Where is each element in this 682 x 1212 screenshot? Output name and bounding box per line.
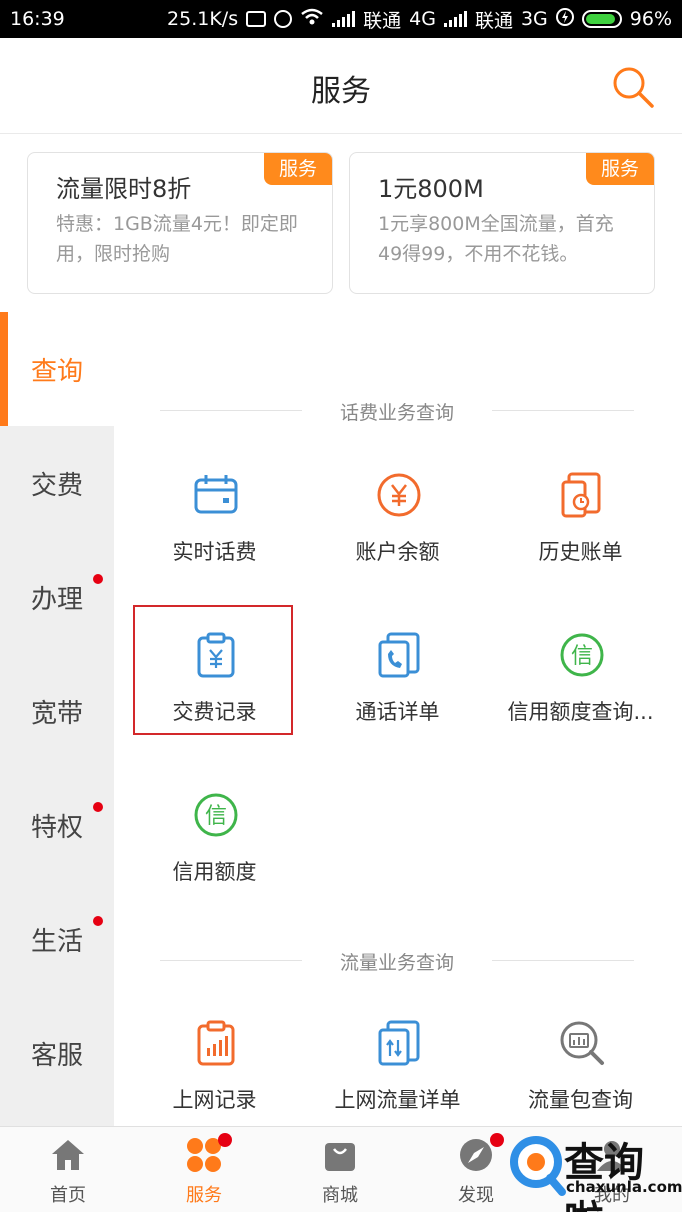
notification-dot — [218, 1133, 232, 1147]
watermark-search-icon — [508, 1132, 566, 1202]
rail-item-payment[interactable]: 交费 — [0, 426, 114, 540]
wifi-icon — [300, 8, 324, 31]
compass-icon — [458, 1137, 494, 1173]
call-detail-icon — [376, 632, 422, 678]
status-indicators: 25.1K/s 联通 4G 联通 3G 96% — [167, 6, 672, 33]
promo-card-800m[interactable]: 服务 1元800M 1元享800M全国流量，首充49得99，不用不花钱。 — [349, 152, 655, 294]
mute-icon — [246, 11, 267, 27]
tile-history-bill[interactable]: 历史账单 — [489, 462, 672, 592]
rail-item-broadband[interactable]: 宽带 — [0, 654, 114, 768]
credit-icon: 信 — [193, 792, 239, 838]
rail-item-customer-service[interactable]: 客服 — [0, 996, 114, 1110]
rail-item-life[interactable]: 生活 — [0, 882, 114, 996]
tile-call-detail[interactable]: 通话详单 — [306, 622, 489, 752]
section-heading-billing: 话费业务查询 — [160, 396, 634, 426]
yuan-coin-icon — [376, 472, 422, 518]
promo-title: 1元800M — [378, 175, 484, 203]
selection-highlight-box — [133, 605, 293, 735]
service-badge: 服务 — [264, 153, 332, 185]
promo-desc: 1元享800M全国流量，首充49得99，不用不花钱。 — [378, 213, 614, 265]
nav-service[interactable]: 服务 — [136, 1127, 272, 1212]
nav-home[interactable]: 首页 — [0, 1127, 136, 1212]
network-speed: 25.1K/s — [167, 8, 239, 30]
tile-credit-limit-query[interactable]: 信 信用额度查询... — [489, 622, 672, 752]
battery-icon — [581, 10, 622, 28]
notification-dot — [93, 574, 103, 584]
calendar-icon — [193, 472, 239, 518]
divider — [492, 960, 634, 961]
battery-level: 96% — [629, 8, 672, 30]
svg-text:信: 信 — [205, 804, 227, 829]
tile-credit-limit[interactable]: 信 信用额度 — [123, 782, 306, 912]
data-detail-icon — [376, 1020, 422, 1066]
data-record-icon — [193, 1020, 239, 1066]
nav-shop[interactable]: 商城 — [272, 1127, 408, 1212]
charging-icon — [555, 7, 574, 31]
category-rail: 查询 交费 办理 宽带 特权 生活 客服 — [0, 312, 114, 1126]
divider — [492, 410, 634, 411]
bill-history-icon — [559, 472, 605, 518]
rail-item-privilege[interactable]: 特权 — [0, 768, 114, 882]
promo-title: 流量限时8折 — [56, 175, 192, 203]
home-icon — [50, 1137, 86, 1173]
promo-desc: 特惠：1GB流量4元！即定即用，限时抢购 — [56, 213, 298, 265]
alarm-icon — [274, 10, 293, 28]
signal-icon — [332, 11, 356, 27]
rail-item-query[interactable]: 查询 — [0, 312, 114, 426]
service-icon — [186, 1137, 222, 1173]
status-bar: 16:39 25.1K/s 联通 4G 联通 3G 96% — [0, 0, 682, 38]
signal-icon — [443, 11, 467, 27]
app-header: 服务 — [0, 38, 682, 134]
tile-realtime-fee[interactable]: 实时话费 — [123, 462, 306, 592]
carrier-1: 联通 — [363, 9, 402, 32]
tile-account-balance[interactable]: 账户余额 — [306, 462, 489, 592]
credit-icon: 信 — [559, 632, 605, 678]
tile-package-query[interactable]: 流量包查询 — [489, 1010, 672, 1140]
package-search-icon — [559, 1020, 605, 1066]
watermark-logo: 查询啦 chaxunla.com — [506, 1128, 682, 1212]
promo-card-data-discount[interactable]: 服务 流量限时8折 特惠：1GB流量4元！即定即用，限时抢购 — [27, 152, 333, 294]
notification-dot — [93, 802, 103, 812]
section-heading-data: 流量业务查询 — [160, 946, 634, 976]
page-title: 服务 — [311, 74, 371, 109]
svg-text:信: 信 — [571, 644, 593, 669]
shop-icon — [322, 1137, 358, 1173]
status-time: 16:39 — [10, 8, 65, 30]
network-type-1: 4G — [409, 8, 436, 30]
tile-data-detail[interactable]: 上网流量详单 — [306, 1010, 489, 1140]
tile-data-record[interactable]: 上网记录 — [123, 1010, 306, 1140]
carrier-2: 联通 — [474, 9, 513, 32]
network-type-2: 3G — [520, 8, 548, 30]
search-icon[interactable] — [610, 64, 656, 110]
service-badge: 服务 — [586, 153, 654, 185]
notification-dot — [93, 916, 103, 926]
notification-dot — [490, 1133, 504, 1147]
rail-item-apply[interactable]: 办理 — [0, 540, 114, 654]
